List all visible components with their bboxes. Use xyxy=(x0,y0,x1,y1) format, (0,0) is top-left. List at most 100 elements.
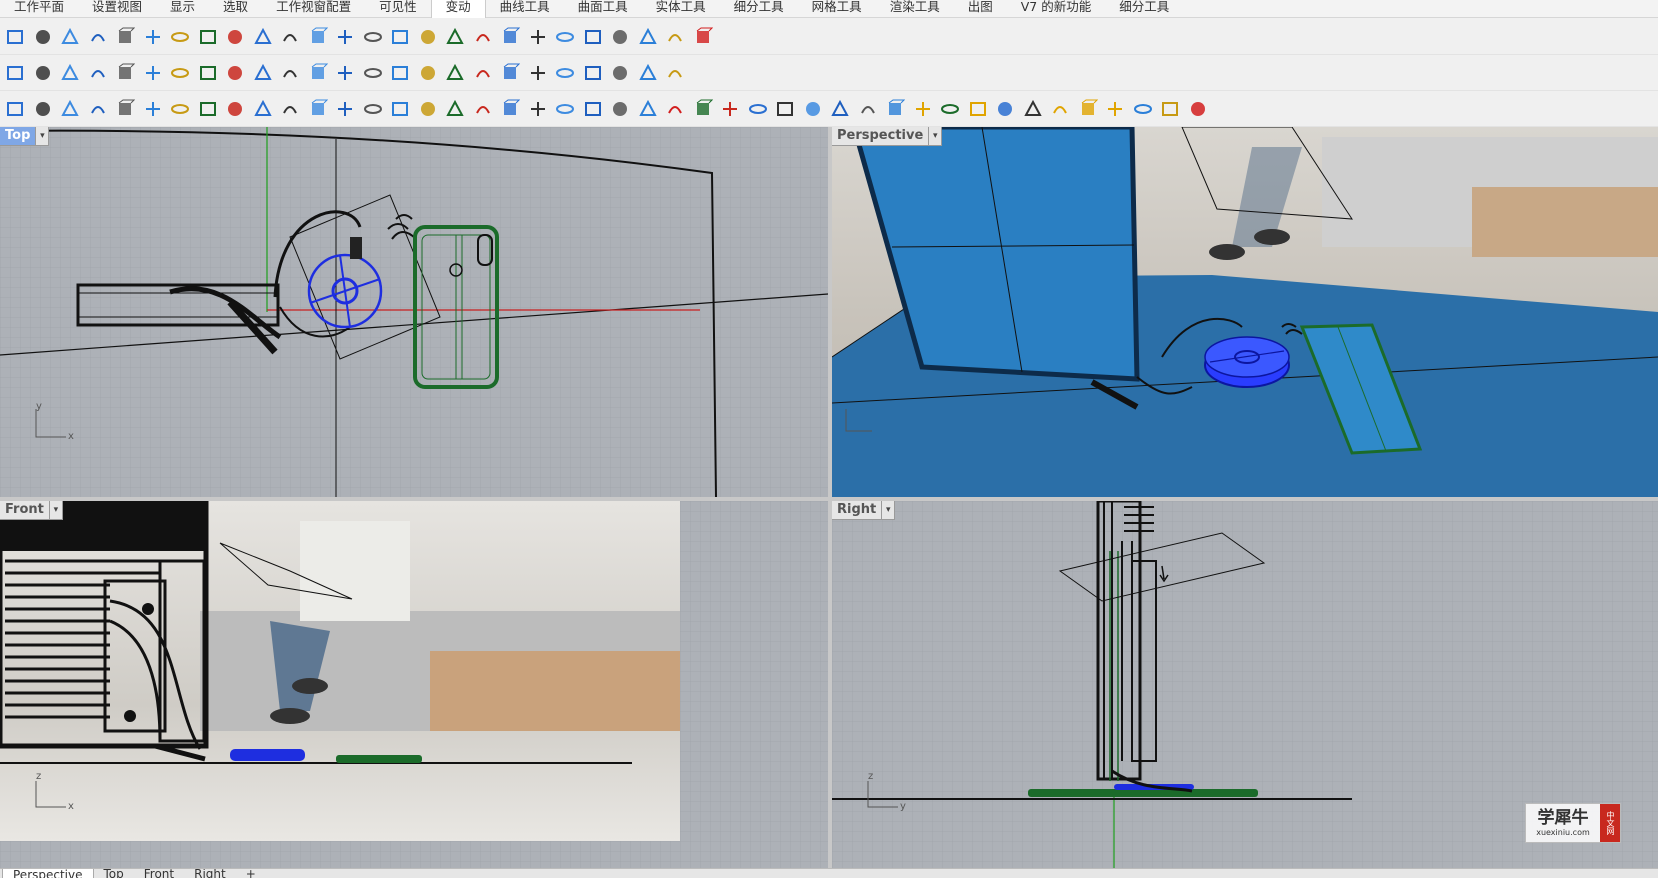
helix-icon[interactable] xyxy=(222,96,248,122)
chevron-down-icon[interactable]: ▾ xyxy=(49,501,63,520)
ribbon-tab[interactable]: V7 的新功能 xyxy=(1007,0,1105,18)
drop-icon[interactable] xyxy=(2,96,28,122)
viewport-tab[interactable]: Perspective xyxy=(2,869,94,878)
top-viewport-label[interactable]: Top ▾ xyxy=(0,127,50,146)
array-path-icon[interactable] xyxy=(360,24,386,50)
array-icon[interactable] xyxy=(112,24,138,50)
bucket-icon[interactable] xyxy=(607,96,633,122)
cloud-icon[interactable] xyxy=(57,60,83,86)
cube-pattern-icon[interactable] xyxy=(800,96,826,122)
point-icon[interactable] xyxy=(167,24,193,50)
box-solid-icon[interactable] xyxy=(167,96,193,122)
perspective-viewport-name[interactable]: Perspective xyxy=(832,127,930,146)
ribbon-tab[interactable]: 网格工具 xyxy=(798,0,876,18)
ribbon-tab[interactable]: 选取 xyxy=(209,0,262,18)
cage-icon[interactable] xyxy=(332,96,358,122)
top-viewport-name[interactable]: Top xyxy=(0,127,37,146)
stack-icon[interactable] xyxy=(745,96,771,122)
car-roof-icon[interactable] xyxy=(415,60,441,86)
box-icon[interactable] xyxy=(85,24,111,50)
gold-box-icon[interactable] xyxy=(1047,96,1073,122)
sweep-icon[interactable] xyxy=(470,24,496,50)
pen-icon[interactable] xyxy=(937,96,963,122)
eraser-icon[interactable] xyxy=(717,96,743,122)
viewport-tab[interactable]: Top xyxy=(94,869,134,878)
pipe-icon[interactable] xyxy=(195,96,221,122)
circle-icon[interactable] xyxy=(195,60,221,86)
gold-cube-icon[interactable] xyxy=(910,96,936,122)
chevron-down-icon[interactable]: ▾ xyxy=(929,127,943,146)
ribbon-tab[interactable]: 出图 xyxy=(954,0,1007,18)
offset-icon[interactable] xyxy=(442,24,468,50)
funnel-icon[interactable] xyxy=(167,60,193,86)
shear-icon[interactable] xyxy=(580,24,606,50)
control-point-icon[interactable] xyxy=(222,24,248,50)
bench-icon[interactable] xyxy=(635,96,661,122)
cut-icon[interactable] xyxy=(690,96,716,122)
right-viewport-name[interactable]: Right xyxy=(832,501,883,520)
sparkle-icon[interactable] xyxy=(277,60,303,86)
ribbon-tab[interactable]: 细分工具 xyxy=(1105,0,1183,18)
mesh-plane-icon[interactable] xyxy=(470,96,496,122)
roller-icon[interactable] xyxy=(772,96,798,122)
mesh-sphere-icon[interactable] xyxy=(552,96,578,122)
cylinder-icon[interactable] xyxy=(57,96,83,122)
move-icon[interactable] xyxy=(332,24,358,50)
brush-icon[interactable] xyxy=(1020,96,1046,122)
viewport-tab[interactable]: Front xyxy=(134,869,184,878)
cube-outline-icon[interactable] xyxy=(442,60,468,86)
list-icon[interactable] xyxy=(827,96,853,122)
mirror-icon[interactable] xyxy=(415,24,441,50)
cube-dark-icon[interactable] xyxy=(415,96,441,122)
grid-points-icon[interactable] xyxy=(277,24,303,50)
flow-icon[interactable] xyxy=(607,24,633,50)
leaf-icon[interactable] xyxy=(525,60,551,86)
wave-icon[interactable] xyxy=(552,24,578,50)
ribbon-tab[interactable]: 工作平面 xyxy=(0,0,78,18)
box-view-icon[interactable] xyxy=(470,60,496,86)
gold-sphere-icon[interactable] xyxy=(1075,96,1101,122)
grid-blue-icon[interactable] xyxy=(525,96,551,122)
mesh-box-icon[interactable] xyxy=(580,96,606,122)
panel-icon[interactable] xyxy=(552,60,578,86)
ribbon-tab[interactable]: 可见性 xyxy=(365,0,431,18)
add-viewport-tab-button[interactable]: + xyxy=(236,869,266,878)
hammer-icon[interactable] xyxy=(992,96,1018,122)
layout-icon[interactable] xyxy=(140,60,166,86)
chevron-down-icon[interactable]: ▾ xyxy=(36,127,50,146)
trim-icon[interactable] xyxy=(250,24,276,50)
ribbon-icon[interactable] xyxy=(360,96,386,122)
viewport-tab[interactable]: Right xyxy=(184,869,236,878)
ribbon-tab[interactable]: 变动 xyxy=(430,0,486,18)
cone-icon[interactable] xyxy=(30,96,56,122)
sphere-icon[interactable] xyxy=(85,96,111,122)
earth-icon[interactable] xyxy=(580,60,606,86)
globe-grid-icon[interactable] xyxy=(635,60,661,86)
ribbon-tab[interactable]: 设置视图 xyxy=(78,0,156,18)
cube-blue-icon[interactable] xyxy=(387,96,413,122)
scale-icon[interactable] xyxy=(305,24,331,50)
car-icon[interactable] xyxy=(662,24,688,50)
perspective-viewport[interactable]: Perspective ▾ xyxy=(832,127,1658,497)
group-icon[interactable] xyxy=(30,24,56,50)
right-viewport-label[interactable]: Right ▾ xyxy=(832,501,896,520)
red-heart-icon[interactable] xyxy=(1185,96,1211,122)
blend-icon[interactable] xyxy=(525,24,551,50)
hexagon-icon[interactable] xyxy=(332,60,358,86)
surface-icon[interactable] xyxy=(140,24,166,50)
multi-icon[interactable] xyxy=(882,96,908,122)
rotate-view-icon[interactable] xyxy=(2,60,28,86)
ribbon-tab[interactable]: 显示 xyxy=(156,0,209,18)
torus-icon[interactable] xyxy=(140,96,166,122)
perspective-viewport-label[interactable]: Perspective ▾ xyxy=(832,127,943,146)
scissors-icon[interactable] xyxy=(855,96,881,122)
front-viewport[interactable]: Front ▾ z x xyxy=(0,501,828,868)
link-icon[interactable] xyxy=(497,96,523,122)
top-viewport[interactable]: Top ▾ y x xyxy=(0,127,828,497)
table-icon[interactable] xyxy=(635,24,661,50)
ribbon-tab[interactable]: 曲面工具 xyxy=(564,0,642,18)
ribbon-tab[interactable]: 工作视窗配置 xyxy=(262,0,365,18)
camera-box-icon[interactable] xyxy=(662,60,688,86)
chevron-down-icon[interactable]: ▾ xyxy=(882,501,896,520)
bend-icon[interactable] xyxy=(277,96,303,122)
